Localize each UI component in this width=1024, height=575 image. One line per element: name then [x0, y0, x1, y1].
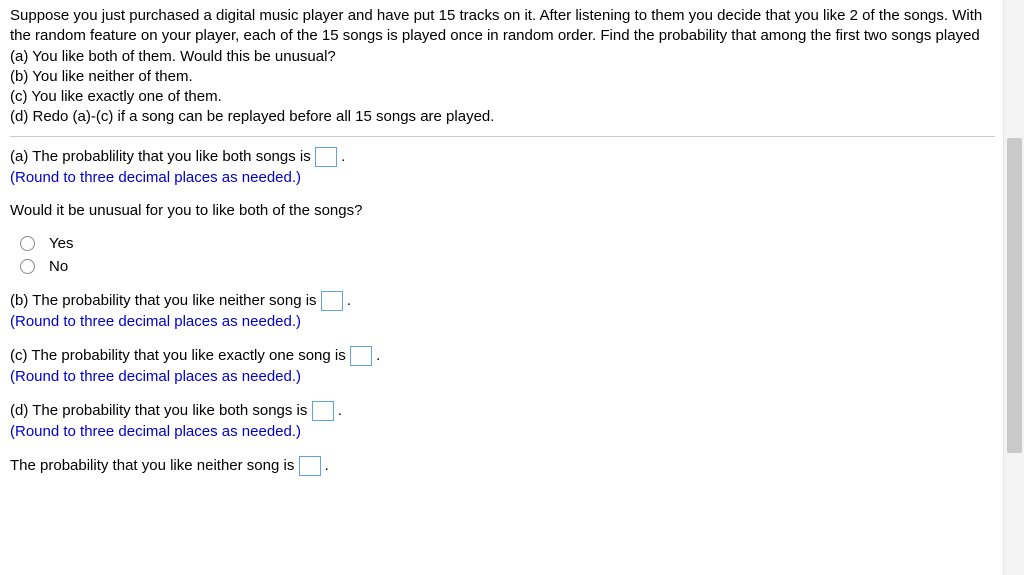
radio-row-no[interactable]: No — [20, 258, 995, 275]
part-d-line: (d) The probability that you like both s… — [10, 401, 995, 421]
vertical-scrollbar[interactable] — [1003, 0, 1024, 575]
part-d-input-2[interactable] — [299, 456, 321, 476]
radio-label-no: No — [49, 258, 68, 275]
radio-label-yes: Yes — [49, 235, 73, 252]
part-d-label-after: . — [338, 401, 342, 418]
question-page: Suppose you just purchased a digital mus… — [0, 0, 1003, 575]
part-a-hint: (Round to three decimal places as needed… — [10, 169, 995, 186]
part-c-label-before: (c) The probability that you like exactl… — [10, 346, 350, 363]
prompt-block: Suppose you just purchased a digital mus… — [10, 6, 995, 128]
part-b-label-before: (b) The probability that you like neithe… — [10, 291, 321, 308]
part-d-line2-block: The probability that you like neither so… — [10, 456, 995, 476]
part-c-label-after: . — [376, 346, 380, 363]
prompt-b: (b) You like neither of them. — [10, 67, 995, 87]
part-c-input[interactable] — [350, 346, 372, 366]
part-b-line: (b) The probability that you like neithe… — [10, 291, 995, 311]
prompt-a: (a) You like both of them. Would this be… — [10, 47, 995, 67]
radio-icon[interactable] — [20, 259, 35, 274]
prompt-c: (c) You like exactly one of them. — [10, 87, 995, 107]
divider — [10, 136, 995, 137]
part-d-label-before: (d) The probability that you like both s… — [10, 401, 312, 418]
prompt-d: (d) Redo (a)-(c) if a song can be replay… — [10, 107, 995, 127]
part-c-hint: (Round to three decimal places as needed… — [10, 368, 995, 385]
part-a-label-before: (a) The probablility that you like both … — [10, 147, 315, 164]
part-b-block: (b) The probability that you like neithe… — [10, 291, 995, 330]
part-d-hint: (Round to three decimal places as needed… — [10, 423, 995, 440]
part-a-label-after: . — [341, 147, 345, 164]
radio-icon[interactable] — [20, 236, 35, 251]
scrollbar-thumb[interactable] — [1007, 138, 1022, 453]
part-d-block: (d) The probability that you like both s… — [10, 401, 995, 440]
part-d-line2-after: . — [325, 456, 329, 473]
part-a-block: (a) The probablility that you like both … — [10, 147, 995, 186]
part-a-input[interactable] — [315, 147, 337, 167]
part-a-options: Yes No — [10, 235, 995, 275]
part-b-hint: (Round to three decimal places as needed… — [10, 313, 995, 330]
part-b-label-after: . — [347, 291, 351, 308]
prompt-intro: Suppose you just purchased a digital mus… — [10, 6, 995, 47]
part-d-input[interactable] — [312, 401, 334, 421]
radio-row-yes[interactable]: Yes — [20, 235, 995, 252]
part-a-question: Would it be unusual for you to like both… — [10, 202, 995, 219]
part-d-line2-before: The probability that you like neither so… — [10, 456, 299, 473]
part-d-line2: The probability that you like neither so… — [10, 456, 995, 476]
part-c-line: (c) The probability that you like exactl… — [10, 346, 995, 366]
part-c-block: (c) The probability that you like exactl… — [10, 346, 995, 385]
part-a-question-block: Would it be unusual for you to like both… — [10, 202, 995, 219]
part-a-line: (a) The probablility that you like both … — [10, 147, 995, 167]
part-b-input[interactable] — [321, 291, 343, 311]
